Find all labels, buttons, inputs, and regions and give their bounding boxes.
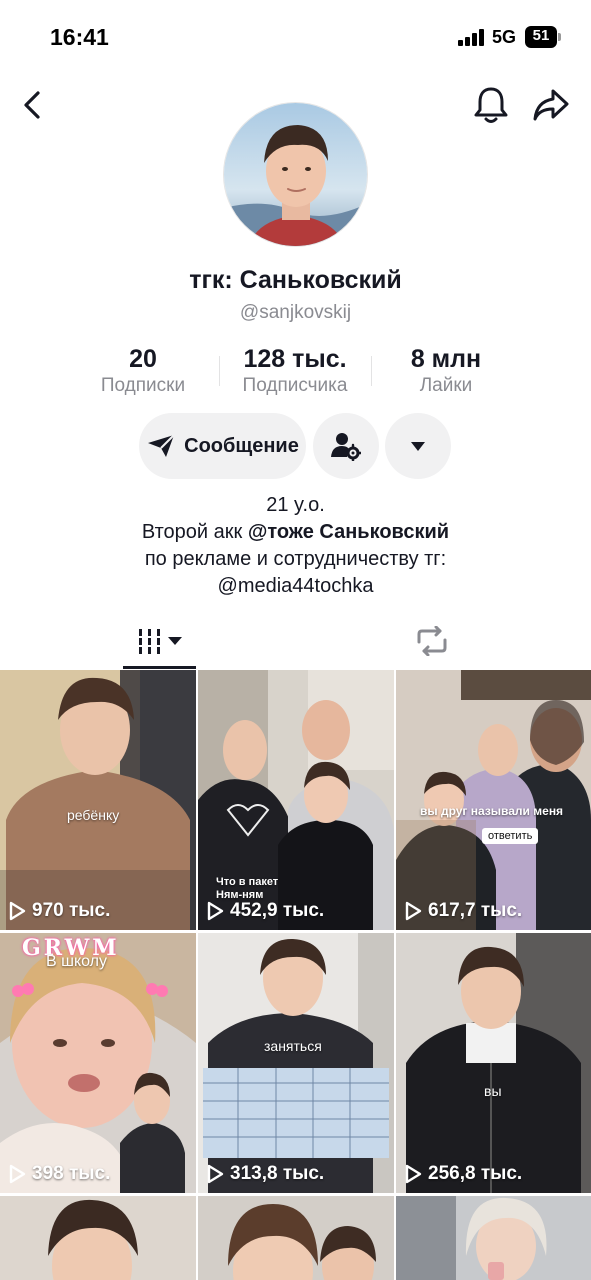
share-button[interactable]	[530, 84, 572, 126]
likes-count: 8 млн	[410, 345, 482, 373]
play-icon	[405, 1164, 422, 1184]
video-caption: ребёнку	[67, 807, 120, 823]
following-label: Подписки	[100, 375, 186, 396]
play-icon	[405, 901, 422, 921]
repost-icon	[417, 626, 446, 656]
status-bar: 16:41 5G 51	[0, 0, 591, 72]
notifications-button[interactable]	[470, 82, 512, 128]
bell-icon	[474, 87, 508, 123]
video-thumbnail[interactable]: вы друг называли меня ответить 617,7 тыс…	[396, 670, 591, 930]
video-caption: вы друг называли меня	[420, 804, 564, 818]
video-caption: вы	[484, 1083, 502, 1099]
view-count-text: 617,7 тыс.	[428, 900, 523, 921]
bio-mention-link[interactable]: @тоже Саньковский	[248, 521, 449, 543]
likes-label: Лайки	[419, 375, 473, 396]
signal-icon	[458, 28, 486, 46]
play-icon	[9, 1164, 26, 1184]
view-count-text: 398 тыс.	[32, 1163, 111, 1184]
divider	[219, 356, 220, 386]
followers-label: Подписчика	[242, 375, 348, 396]
view-count: 256,8 тыс.	[404, 1163, 522, 1185]
view-count-text: 313,8 тыс.	[230, 1163, 325, 1184]
view-count: 398 тыс.	[8, 1163, 110, 1185]
avatar[interactable]	[223, 102, 368, 247]
bio-line: по рекламе и сотрудничеству тг:	[144, 548, 447, 570]
video-caption: В школу	[46, 953, 108, 970]
video-thumbnail[interactable]: вы 256,8 тыс.	[396, 933, 591, 1193]
following-count: 20	[129, 345, 157, 373]
message-button-label: Сообщение	[184, 434, 299, 457]
video-thumbnail[interactable]: ребёнку 970 тыс.	[0, 670, 196, 930]
view-count: 970 тыс.	[8, 900, 110, 922]
play-icon	[207, 901, 224, 921]
tab-videos[interactable]	[123, 612, 196, 670]
display-name: тгк: Саньковский	[189, 266, 402, 294]
video-caption: заняться	[264, 1038, 322, 1054]
video-thumbnail[interactable]: GRWM В школу 398 тыс.	[0, 933, 196, 1193]
profile-actions: Сообщение	[0, 413, 591, 479]
followers-stat[interactable]: 128 тыс. Подписчика	[230, 344, 360, 398]
view-count-text: 452,9 тыс.	[230, 900, 325, 921]
avatar-image	[224, 103, 367, 246]
network-type: 5G	[492, 27, 517, 47]
chevron-left-icon	[24, 91, 40, 119]
video-thumbnail[interactable]: Что в пакет Ням-ням 452,9 тыс.	[198, 670, 394, 930]
content-tabs	[0, 612, 591, 670]
following-stat[interactable]: 20 Подписки	[93, 344, 193, 398]
active-tab-indicator	[123, 666, 196, 669]
grid-icon	[138, 629, 182, 654]
send-icon	[148, 434, 175, 457]
likes-stat[interactable]: 8 млн Лайки	[396, 344, 496, 398]
video-thumbnail[interactable]	[396, 1196, 591, 1280]
video-caption: Что в пакет Ням-ням	[216, 876, 279, 901]
username: @sanjkovskij	[239, 302, 352, 323]
caret-down-icon	[411, 442, 425, 451]
back-button[interactable]	[14, 86, 50, 124]
message-button[interactable]: Сообщение	[139, 413, 306, 479]
followers-count: 128 тыс.	[243, 345, 347, 373]
profile-stats: 20 Подписки 128 тыс. Подписчика 8 млн Ла…	[0, 344, 591, 400]
video-thumbnail[interactable]: заняться 313,8 тыс.	[198, 933, 394, 1193]
view-count: 617,7 тыс.	[404, 900, 522, 922]
battery-icon: 51	[525, 26, 561, 48]
friend-settings-button[interactable]	[313, 413, 379, 479]
view-count: 313,8 тыс.	[206, 1163, 324, 1185]
share-arrow-icon	[533, 89, 569, 121]
bio: 21 y.o. Второй акк @тоже Саньковский по …	[0, 492, 591, 600]
view-count-text: 256,8 тыс.	[428, 1163, 523, 1184]
bio-line: Второй акк @тоже Саньковский	[0, 519, 591, 546]
caption-box: ответить	[482, 828, 539, 844]
video-thumbnail[interactable]	[0, 1196, 196, 1280]
play-icon	[9, 901, 26, 921]
bio-text: Второй акк	[141, 521, 248, 543]
more-options-button[interactable]	[385, 413, 451, 479]
divider	[371, 356, 372, 386]
view-count: 452,9 тыс.	[206, 900, 324, 922]
user-gear-icon	[331, 433, 361, 461]
bio-link[interactable]: @media44tochka	[0, 573, 591, 600]
view-count-text: 970 тыс.	[32, 900, 111, 921]
video-thumbnail[interactable]	[198, 1196, 394, 1280]
bio-line: 21 y.o.	[266, 494, 325, 516]
status-time: 16:41	[50, 24, 109, 50]
tab-reposts[interactable]	[395, 612, 468, 670]
play-icon	[207, 1164, 224, 1184]
battery-level: 51	[532, 27, 550, 44]
